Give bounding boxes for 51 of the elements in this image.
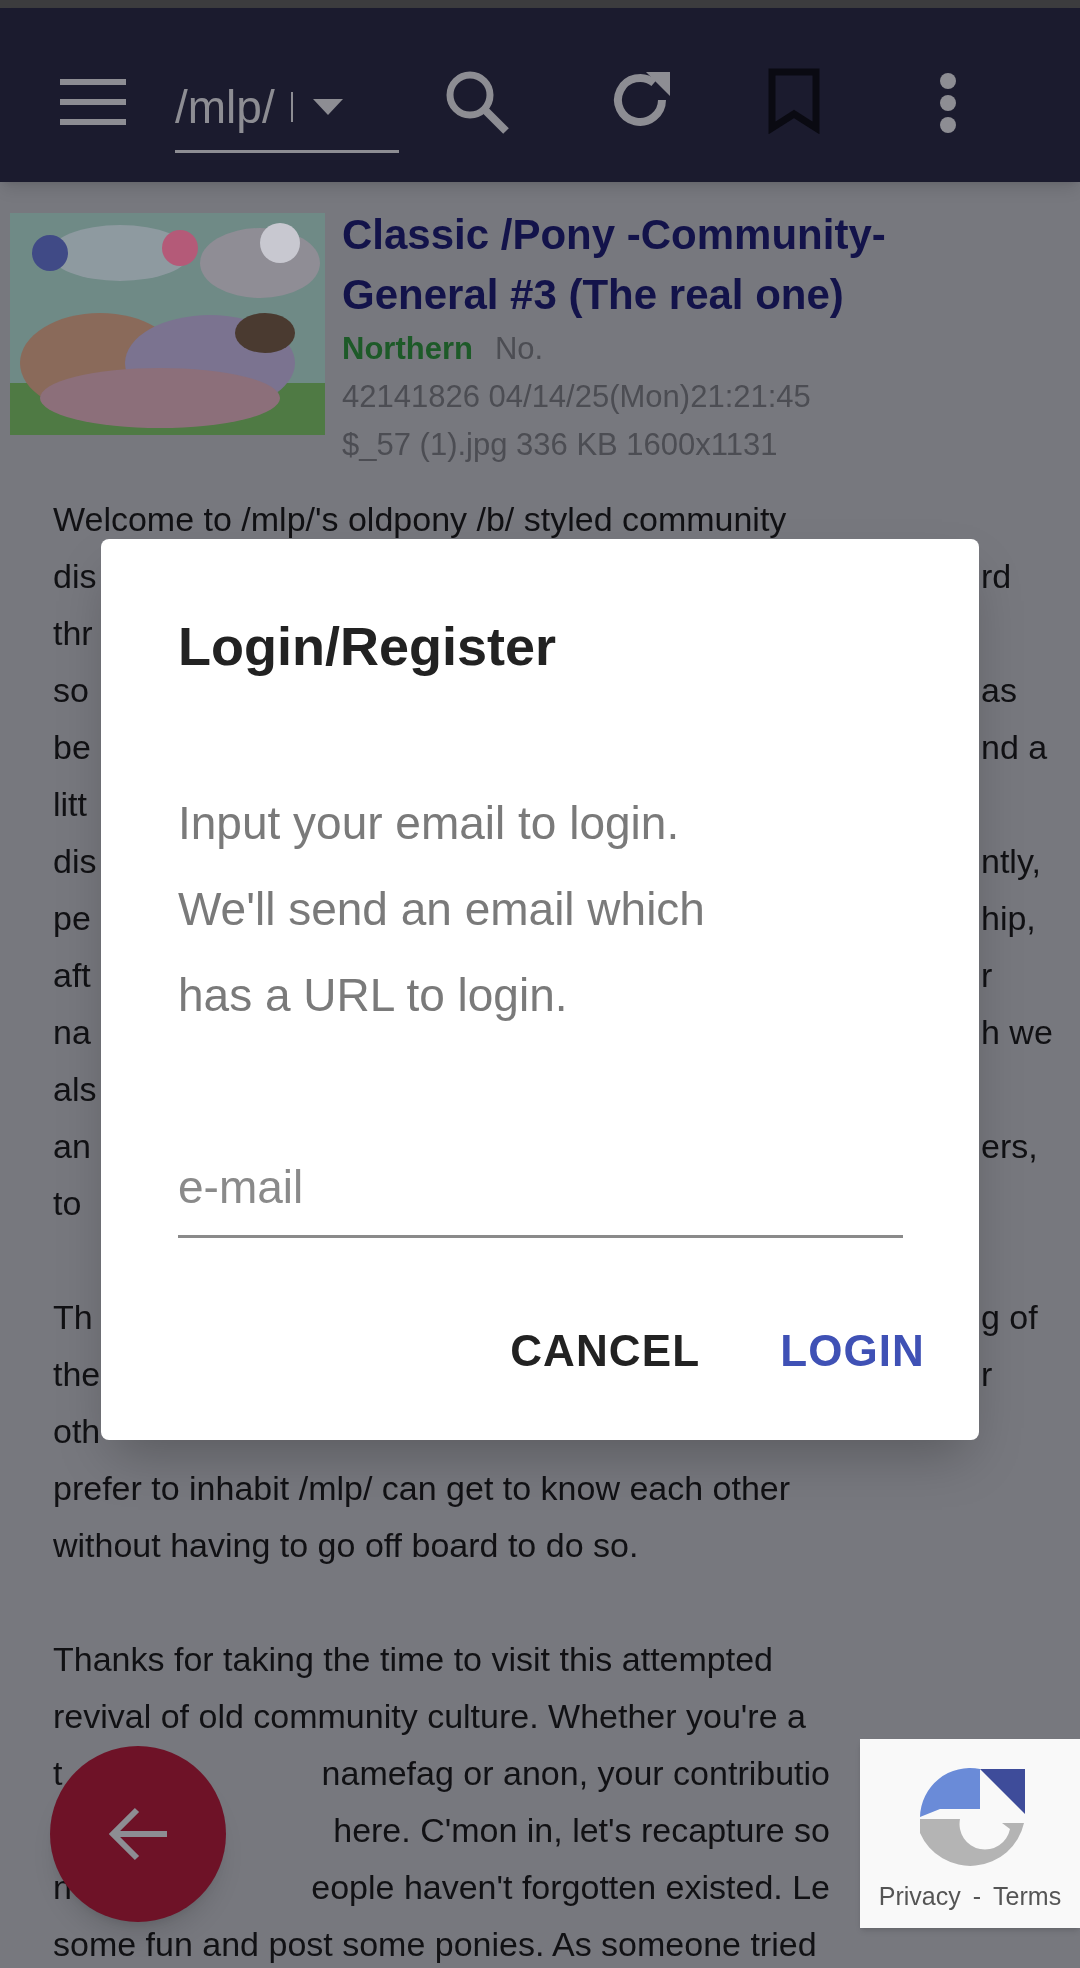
back-arrow-icon <box>107 1806 169 1862</box>
post-text-fragment: litt <box>53 784 87 824</box>
post-text-fragment: nd a <box>981 727 1048 767</box>
post-text-fragment: revival of old community culture. Whether you're a <box>53 1696 806 1736</box>
post-text-fragment: so <box>53 670 89 710</box>
board-selector[interactable]: /mlp/ <box>175 63 399 153</box>
privacy-link[interactable]: Privacy <box>878 1878 961 1916</box>
post-text-fragment: eople haven't forgotten existed. Le <box>311 1867 830 1907</box>
post-text-fragment: Welcome to /mlp/'s oldpony /b/ styled community <box>53 499 787 539</box>
post-text-fragment: ers, <box>981 1126 1038 1166</box>
post-text-fragment: rd <box>981 556 1012 596</box>
dialog-title: Login/Register <box>178 615 558 677</box>
post-text-fragment: na <box>53 1012 91 1052</box>
post-text-fragment: als <box>53 1069 97 1109</box>
thread-title: Classic /Pony -Community- General #3 (The real one) <box>342 210 887 320</box>
post-text-fragment: without having to go off board to do so. <box>53 1525 639 1565</box>
poster-name: Northern <box>342 330 473 368</box>
post-text-fragment: dis <box>53 841 97 881</box>
post-text-fragment: an <box>53 1126 91 1166</box>
post-text-fragment: be <box>53 727 91 767</box>
post-text-fragment: some fun and post some ponies. As someone tried <box>53 1924 817 1964</box>
post-text-fragment: to <box>53 1183 82 1223</box>
more-options-icon[interactable] <box>938 72 958 134</box>
separator-text: - <box>972 1881 982 1912</box>
post-text-fragment: t <box>53 1753 63 1793</box>
post-text-fragment: g of <box>981 1297 1038 1337</box>
post-text-fragment: hip, <box>981 898 1036 938</box>
post-text-fragment: r <box>981 1354 993 1394</box>
post-text-fragment: here. C'mon in, let's recapture so <box>333 1810 830 1850</box>
dropdown-caret-icon <box>312 98 343 115</box>
post-text-fragment: aft <box>53 955 91 995</box>
post-text-fragment: thr <box>53 613 93 653</box>
terms-link[interactable]: Terms <box>993 1878 1062 1916</box>
post-text-fragment: oth <box>53 1411 101 1451</box>
menu-icon[interactable] <box>60 77 126 127</box>
post-text-fragment: as <box>981 670 1017 710</box>
post-text-fragment: Th <box>53 1297 93 1337</box>
post-text-fragment: r <box>981 955 993 995</box>
email-field[interactable]: e-mail <box>178 1134 903 1238</box>
post-text-fragment: namefag or anon, your contributio <box>321 1753 830 1793</box>
cancel-button[interactable]: CANCEL <box>494 1311 717 1391</box>
post-text-fragment: dis <box>53 556 97 596</box>
post-text-fragment: ntly, <box>981 841 1041 881</box>
post-text-fragment: prefer to inhabit /mlp/ can get to know each other <box>53 1468 791 1508</box>
login-button[interactable]: LOGIN <box>764 1311 941 1391</box>
post-text-fragment: Thanks for taking the time to visit this attempted <box>53 1639 773 1679</box>
post-text-fragment: pe <box>53 898 91 938</box>
post-text-fragment: h we <box>981 1012 1053 1052</box>
dialog-message: Input your email to login. We'll send an email which has a URL to login. <box>178 796 706 1023</box>
post-text-fragment: the <box>53 1354 101 1394</box>
search-icon[interactable] <box>444 69 510 135</box>
